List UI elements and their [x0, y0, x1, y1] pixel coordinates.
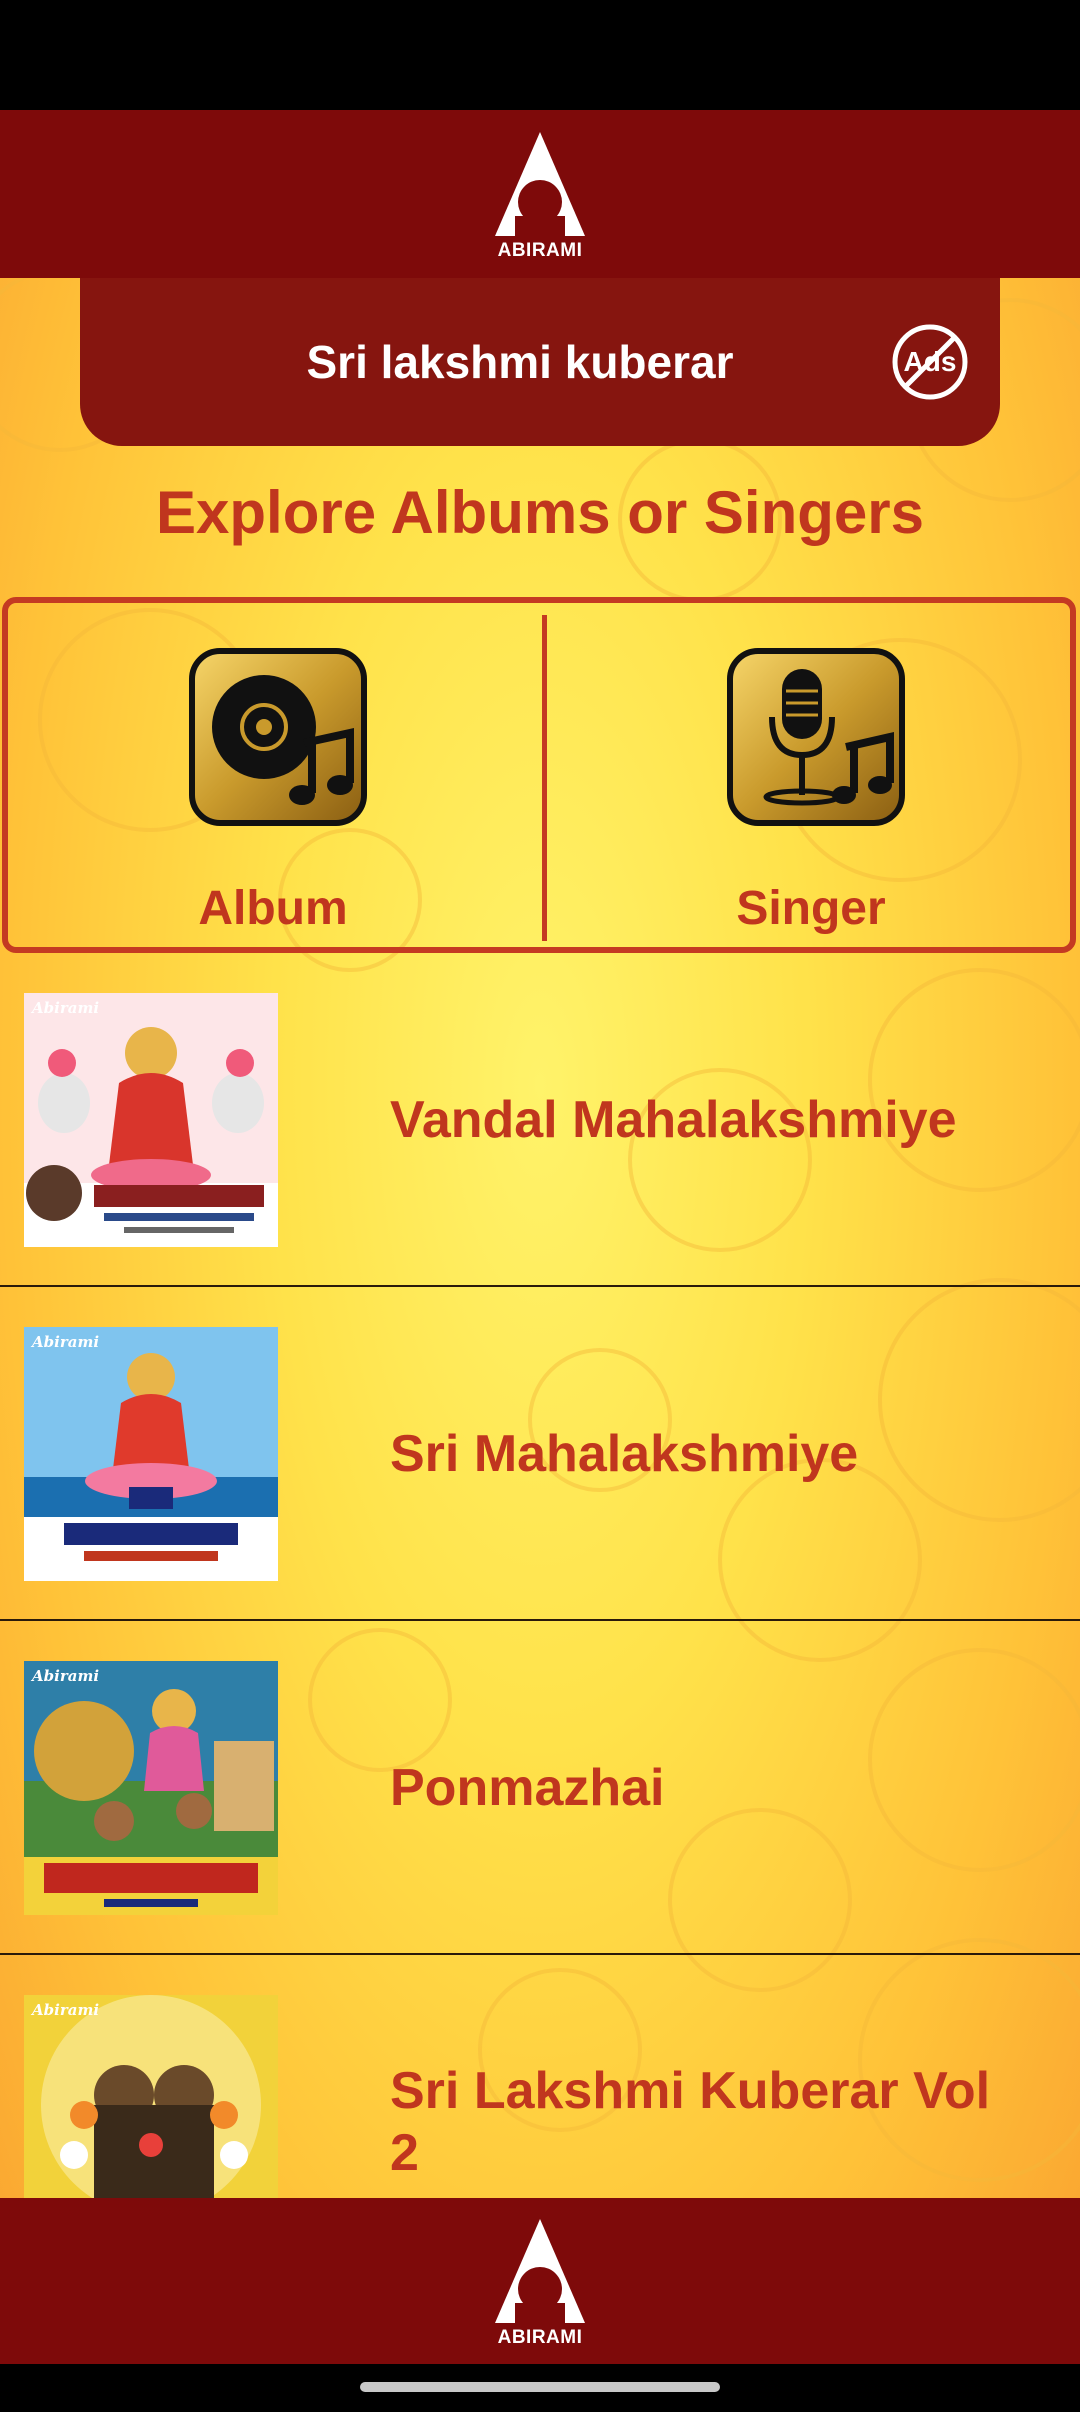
album-list: Abirami Vandal Mahalakshmiye Abirami Sri… [0, 953, 1080, 2198]
cover-brand-text: Abirami [32, 999, 100, 1017]
cover-brand-text: Abirami [32, 2001, 100, 2019]
album-disc-music-icon [189, 648, 367, 826]
album-title: Ponmazhai [390, 1759, 665, 1817]
abirami-footer-logo: ABIRAMI [485, 2211, 595, 2351]
album-list-item[interactable]: Abirami Vandal Mahalakshmiye [0, 953, 1080, 1287]
bottom-bar: ABIRAMI [0, 2198, 1080, 2364]
album-cover-image: Abirami [24, 1661, 278, 1915]
album-option[interactable]: Album [8, 603, 538, 947]
album-list-item[interactable]: Abirami Sri Mahalakshmiye [0, 1287, 1080, 1621]
title-panel: Sri lakshmi kuberar Ads [80, 278, 1000, 446]
status-bar [0, 0, 1080, 110]
app-screen: ABIRAMI Sri lakshmi kuberar Ads Explore … [0, 0, 1080, 2412]
logo-text: ABIRAMI [497, 2327, 583, 2348]
album-title: Vandal Mahalakshmiye [390, 1091, 957, 1149]
home-gesture-handle[interactable] [360, 2382, 720, 2392]
system-navigation-bar [0, 2364, 1080, 2412]
remove-ads-button[interactable]: Ads [890, 322, 970, 402]
album-title: Sri Mahalakshmiye [390, 1425, 859, 1483]
cover-brand-text: Abirami [32, 1667, 100, 1685]
logo-text: ABIRAMI [497, 240, 583, 261]
album-title: Sri Lakshmi Kuberar Vol 2 [390, 2062, 991, 2182]
abirami-logo: ABIRAMI [485, 124, 595, 264]
singer-option-label: Singer [736, 882, 886, 935]
explore-heading: Explore Albums or Singers [156, 479, 924, 546]
album-singer-selector: Album Singer [2, 597, 1076, 953]
album-option-label: Album [198, 882, 348, 935]
ads-label: Ads [903, 346, 957, 377]
microphone-music-icon [727, 648, 905, 826]
cover-brand-text: Abirami [32, 1333, 100, 1351]
page-title: Sri lakshmi kuberar [306, 336, 734, 388]
album-cover-image: Abirami [24, 1327, 278, 1581]
app-header: ABIRAMI [0, 110, 1080, 278]
album-cover-image: Abirami [24, 993, 278, 1247]
album-cover-image: Abirami [24, 1995, 278, 2198]
singer-option[interactable]: Singer [546, 603, 1076, 947]
album-list-item[interactable]: Abirami Sri Lakshmi Kuberar Vol 2 [0, 1955, 1080, 2198]
album-list-item[interactable]: Abirami Ponmazhai [0, 1621, 1080, 1955]
